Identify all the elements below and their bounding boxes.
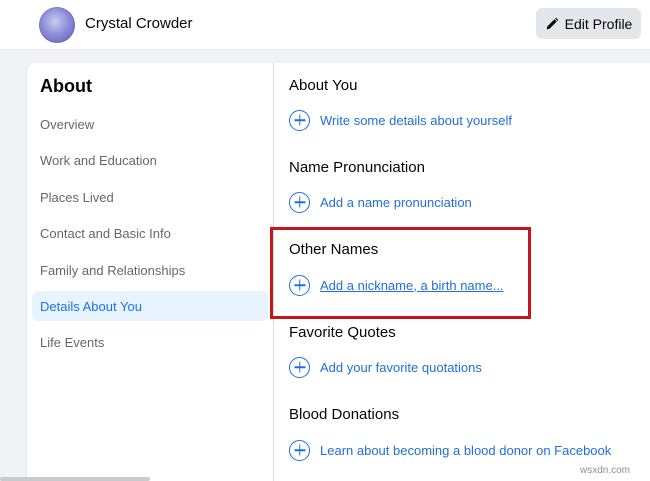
add-favorite-quotes-link[interactable]: Add your favorite quotations [289, 355, 482, 379]
section-title-blood-donations: Blood Donations [289, 406, 400, 423]
sidebar-item-family[interactable]: Family and Relationships [32, 255, 268, 285]
edit-profile-button[interactable]: Edit Profile [536, 8, 641, 39]
sidebar-item-life-events[interactable]: Life Events [32, 327, 268, 357]
sidebar-item-label: Work and Education [40, 152, 157, 168]
pencil-icon [546, 17, 558, 29]
add-name-pronunciation-link[interactable]: Add a name pronunciation [289, 190, 472, 214]
sidebar-item-label: Overview [40, 116, 95, 132]
link-label: Learn about becoming a blood donor on Fa… [320, 442, 612, 458]
section-title-favorite-quotes: Favorite Quotes [289, 324, 396, 341]
edit-profile-label: Edit Profile [564, 15, 633, 32]
blood-donor-link[interactable]: Learn about becoming a blood donor on Fa… [289, 438, 611, 462]
sidebar-item-details-about-you[interactable]: Details About You [32, 291, 268, 321]
sidebar-item-places-lived[interactable]: Places Lived [32, 182, 268, 212]
plus-circle-icon [289, 191, 310, 213]
horizontal-scrollbar[interactable] [0, 477, 150, 481]
profile-header: Crystal Crowder Edit Profile [0, 0, 650, 50]
add-about-you-link[interactable]: Write some details about yourself [289, 108, 512, 132]
link-label: Write some details about yourself [320, 112, 512, 128]
sidebar-item-label: Family and Relationships [40, 262, 186, 278]
sidebar-item-work-education[interactable]: Work and Education [32, 145, 268, 175]
sidebar-item-label: Places Lived [40, 189, 114, 205]
watermark: wsxdn.com [580, 465, 631, 476]
sidebar-title: About [40, 76, 92, 96]
highlight-box [270, 227, 531, 319]
sidebar-item-label: Details About You [40, 298, 142, 314]
sidebar-item-contact-info[interactable]: Contact and Basic Info [32, 218, 268, 248]
profile-name[interactable]: Crystal Crowder [85, 15, 193, 32]
sidebar-item-label: Life Events [40, 334, 105, 350]
avatar[interactable] [39, 7, 75, 43]
plus-circle-icon [289, 109, 310, 131]
link-label: Add a name pronunciation [320, 194, 472, 210]
plus-circle-icon [289, 439, 310, 461]
sidebar-item-overview[interactable]: Overview [32, 109, 268, 139]
sidebar-item-label: Contact and Basic Info [40, 225, 171, 241]
section-title-name-pronunciation: Name Pronunciation [289, 159, 425, 176]
section-title-about-you: About You [289, 77, 358, 94]
plus-circle-icon [289, 356, 310, 378]
link-label: Add your favorite quotations [320, 359, 482, 375]
